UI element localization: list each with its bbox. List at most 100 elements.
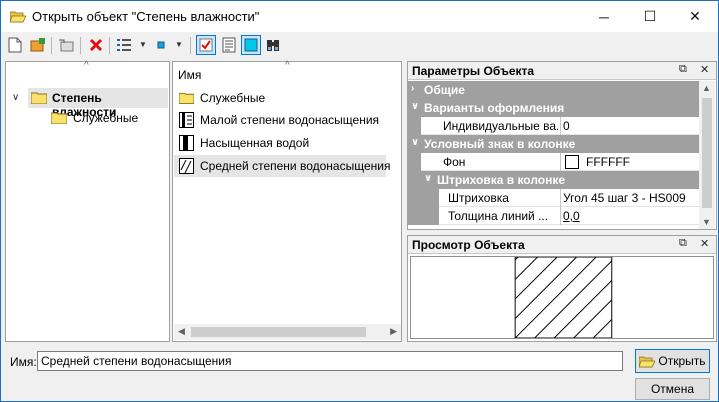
view-options-button[interactable] [114, 35, 134, 55]
preview-button[interactable] [241, 35, 261, 55]
category-label: Варианты оформления [424, 101, 565, 115]
column-divider [560, 117, 561, 135]
marker-button[interactable] [151, 35, 171, 55]
scroll-left-icon[interactable]: ◀ [178, 326, 185, 337]
folder-open-icon [10, 11, 26, 23]
name-input[interactable] [37, 351, 623, 371]
column-divider [560, 207, 561, 225]
row-gutter [408, 171, 421, 189]
object-properties-pane: Параметры Объекта ⧉ ✕ › Общие ∨ Варианты… [407, 61, 717, 230]
folder-open-icon [639, 356, 656, 367]
category-variants[interactable]: ∨ Варианты оформления [408, 99, 700, 117]
minimize-button[interactable]: ─ [581, 1, 627, 32]
pane-title-bar: Параметры Объекта ⧉ ✕ [408, 62, 716, 80]
title-bar[interactable]: Открыть объект "Степень влажности" ─ ☐ ✕ [1, 1, 718, 32]
list-icon [222, 37, 236, 53]
object-list[interactable]: ^ Имя Служебные Малой степени водонасыще… [172, 60, 402, 342]
list-button[interactable] [219, 35, 239, 55]
color-swatch[interactable] [565, 155, 579, 169]
row-gutter [408, 189, 439, 207]
chevron-down-icon[interactable]: ∨ [411, 137, 419, 148]
category-hatch[interactable]: ∨ Штриховка в колонке [408, 171, 700, 189]
scroll-up-icon[interactable]: ▲ [702, 83, 711, 93]
sort-up-icon: ^ [84, 60, 89, 71]
delete-button[interactable] [86, 35, 106, 55]
scrollbar-thumb[interactable] [702, 98, 712, 208]
name-label: Имя: [10, 355, 37, 369]
property-row-individual[interactable]: Индивидуальные ва... 0 [408, 117, 700, 135]
property-label: Толщина линий ... [448, 209, 549, 223]
toolbar-separator [190, 37, 191, 54]
hatch-preview-image [410, 256, 714, 339]
scroll-right-icon[interactable]: ▶ [390, 326, 397, 337]
find-button[interactable] [263, 35, 283, 55]
object-preview-pane: Просмотр Объекта ⧉ ✕ [407, 235, 717, 342]
list-item[interactable]: Малой степени водонасыщения [174, 109, 386, 131]
property-value[interactable]: Угол 45 шаг 3 - HS009 [563, 191, 686, 205]
list-item-label: Малой степени водонасыщения [200, 113, 380, 127]
close-icon[interactable]: ✕ [700, 63, 709, 76]
toolbar-separator [80, 37, 81, 54]
open-icon [30, 38, 45, 52]
chevron-down-icon[interactable]: ∨ [424, 173, 432, 184]
close-icon[interactable]: ✕ [700, 237, 709, 250]
category-tree[interactable]: ^ ∨ Степень влажности Служебные [5, 60, 170, 342]
list-item-label: Насыщенная водой [200, 136, 310, 150]
category-label: Условный знак в колонке [424, 137, 576, 151]
column-header-name[interactable]: Имя [178, 68, 201, 82]
window-title: Открыть объект "Степень влажности" [32, 9, 260, 24]
tree-node-root[interactable]: Степень влажности [28, 88, 168, 119]
row-gutter [408, 207, 439, 225]
cancel-button-label: Отмена [650, 382, 695, 396]
property-label: Индивидуальные ва... [443, 119, 558, 133]
delete-icon [89, 38, 103, 52]
scrollbar-thumb[interactable] [191, 327, 366, 337]
property-value[interactable]: 0 [563, 119, 570, 133]
category-general[interactable]: › Общие [408, 81, 700, 99]
sort-up-icon: ^ [285, 60, 290, 71]
horizontal-scrollbar[interactable]: ◀ ▶ [174, 324, 401, 340]
check-icon [199, 38, 213, 52]
up-folder-button[interactable] [56, 35, 76, 55]
property-row-hatch[interactable]: Штриховка Угол 45 шаг 3 - HS009 [408, 189, 700, 207]
category-label: Штриховка в колонке [437, 173, 566, 187]
category-symbol[interactable]: ∨ Условный знак в колонке [408, 135, 700, 153]
float-icon[interactable]: ⧉ [679, 237, 687, 250]
open-object-dialog: Открыть объект "Степень влажности" ─ ☐ ✕… [0, 0, 719, 402]
row-gutter [408, 153, 421, 171]
close-button[interactable]: ✕ [672, 1, 718, 32]
property-value[interactable]: FFFFFF [586, 155, 630, 169]
list-item-selected[interactable]: Средней степени водонасыщения [174, 155, 390, 177]
list-item[interactable]: Насыщенная водой [174, 132, 386, 154]
property-row-line-width[interactable]: Толщина линий ... 0,0 [408, 207, 700, 225]
new-button[interactable] [5, 35, 25, 55]
view-options-icon [117, 39, 131, 51]
toolbar-separator [51, 37, 52, 54]
property-row-background[interactable]: Фон FFFFFF [408, 153, 700, 171]
cancel-button[interactable]: Отмена [635, 378, 710, 400]
property-value[interactable]: 0,0 [563, 209, 580, 223]
property-label: Фон [443, 155, 466, 169]
chevron-down-icon[interactable]: ▼ [175, 40, 183, 49]
chevron-down-icon[interactable]: ▼ [139, 40, 147, 49]
tree-node-child[interactable]: Служебные [46, 109, 166, 129]
open-button[interactable]: Открыть [635, 349, 710, 373]
float-icon[interactable]: ⧉ [679, 63, 687, 76]
property-label: Штриховка [448, 191, 509, 205]
pane-title-bar: Просмотр Объекта ⧉ ✕ [408, 236, 716, 254]
vertical-scrollbar[interactable]: ▲ ▼ [699, 81, 715, 229]
chevron-right-icon[interactable]: › [411, 83, 414, 94]
maximize-button[interactable]: ☐ [627, 1, 673, 32]
minimize-icon: ─ [599, 8, 609, 25]
check-button[interactable] [196, 35, 216, 55]
list-item[interactable]: Служебные [174, 87, 386, 109]
open-button[interactable] [28, 35, 48, 55]
binoculars-icon [267, 40, 279, 51]
chevron-down-icon[interactable]: ∨ [411, 101, 419, 112]
category-label: Общие [424, 83, 465, 97]
pane-title: Просмотр Объекта [412, 238, 525, 252]
folder-icon [31, 92, 47, 104]
scroll-down-icon[interactable]: ▼ [702, 217, 711, 227]
expand-icon[interactable]: ∨ [12, 92, 19, 103]
column-divider [560, 189, 561, 207]
